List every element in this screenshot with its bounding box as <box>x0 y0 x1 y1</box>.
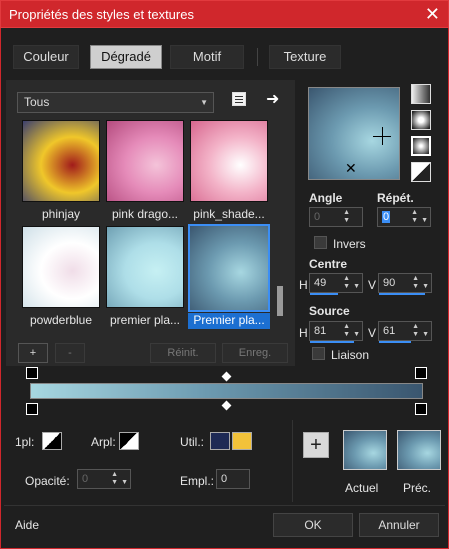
gradient-thumb-pink-dragon[interactable] <box>106 120 184 202</box>
center-crosshair-v <box>382 127 383 145</box>
library-scrollbar[interactable] <box>274 118 286 326</box>
gradient-thumb-pink-shade[interactable] <box>190 120 268 202</box>
left-opacity-stop-icon[interactable] <box>26 367 38 379</box>
gradient-label-pink-dragon: pink drago... <box>111 207 179 221</box>
sunburst-style-icon[interactable] <box>411 162 431 182</box>
left-color-stop-icon[interactable] <box>26 403 38 415</box>
footer-divider <box>4 505 445 506</box>
help-button[interactable]: Aide <box>15 518 39 532</box>
angle-field[interactable]: 0 ▲ ▼ <box>309 207 363 227</box>
stepper-icon[interactable]: ▲ ▼ <box>343 275 350 291</box>
current-swatch[interactable] <box>343 430 387 470</box>
invert-label: Invers <box>333 237 366 251</box>
cancel-button[interactable]: Annuler <box>359 513 439 537</box>
center-h-field[interactable]: 49 ▲ ▼ ▼ <box>309 273 363 293</box>
gradient-label-pink-shade: pink_shade... <box>193 207 265 221</box>
current-label: Actuel <box>345 481 379 495</box>
source-label: Source <box>309 304 350 318</box>
chevron-down-icon[interactable]: ▼ <box>121 474 128 492</box>
stepper-icon[interactable]: ▲ ▼ <box>412 323 419 339</box>
chevron-down-icon[interactable]: ▼ <box>421 212 428 230</box>
linear-style-icon[interactable] <box>411 84 431 104</box>
library-menu-icon[interactable] <box>232 92 246 106</box>
previous-swatch[interactable] <box>397 430 441 470</box>
foreground-material-icon[interactable] <box>42 432 62 450</box>
stepper-icon[interactable]: ▲ ▼ <box>411 209 418 225</box>
window-title: Propriétés des styles et textures <box>9 7 194 22</box>
source-v-field[interactable]: 61 ▲ ▼ ▼ <box>378 321 432 341</box>
tab-texture[interactable]: Texture <box>269 45 341 69</box>
gradient-preview[interactable]: ✕ <box>308 87 400 180</box>
source-h-slider[interactable] <box>310 341 354 343</box>
source-v-label: V <box>368 326 377 340</box>
location-label: Empl.: <box>180 474 215 488</box>
gradient-thumb-premier-plan-1[interactable] <box>106 226 184 308</box>
reset-button[interactable]: Réinit. <box>150 343 216 363</box>
stepper-icon[interactable]: ▲ ▼ <box>412 275 419 291</box>
user-color-swatch-yellow[interactable] <box>232 432 252 450</box>
ok-button[interactable]: OK <box>273 513 353 537</box>
previous-label: Préc. <box>403 481 432 495</box>
angle-label: Angle <box>309 191 343 205</box>
center-v-field[interactable]: 90 ▲ ▼ ▼ <box>378 273 432 293</box>
center-h-label: H <box>299 278 308 292</box>
source-v-slider[interactable] <box>379 341 411 343</box>
background-stop-label: Arpl: <box>91 435 116 449</box>
category-dropdown[interactable]: Tous ▼ <box>17 92 214 113</box>
opacity-field[interactable]: 0 ▲ ▼ ▼ <box>77 469 131 489</box>
stepper-icon[interactable]: ▲ ▼ <box>343 209 350 225</box>
tab-couleur[interactable]: Couleur <box>13 45 79 69</box>
source-marker-icon[interactable]: ✕ <box>345 161 357 175</box>
title-bar: Propriétés des styles et textures ✕ <box>0 0 449 28</box>
chevron-down-icon[interactable]: ▼ <box>353 278 360 296</box>
link-checkbox[interactable] <box>312 347 325 360</box>
center-v-label: V <box>368 278 377 292</box>
repeat-label: Répét. <box>377 191 414 205</box>
gradient-thumb-premier-plan-selected[interactable] <box>188 224 270 312</box>
save-button[interactable]: Enreg. <box>222 343 288 363</box>
opacity-stop-label: 1pl: <box>15 435 35 449</box>
source-h-label: H <box>299 326 308 340</box>
chevron-down-icon[interactable]: ▼ <box>353 326 360 344</box>
category-selected: Tous <box>24 95 50 109</box>
section-divider <box>292 420 293 502</box>
right-opacity-stop-icon[interactable] <box>415 367 427 379</box>
gradient-label-powderblue: powderblue <box>29 313 93 327</box>
arrow-right-icon[interactable]: ➜ <box>266 89 279 109</box>
gradient-thumb-powderblue[interactable] <box>22 226 100 308</box>
location-field[interactable]: 0 <box>216 469 250 489</box>
gradient-editor-bar[interactable] <box>30 383 423 399</box>
stepper-icon[interactable]: ▲ ▼ <box>111 471 118 487</box>
center-v-slider[interactable] <box>379 293 425 295</box>
gradient-label-phinjay: phinjay <box>41 207 81 221</box>
chevron-down-icon: ▼ <box>200 98 208 107</box>
gradient-label-premier-plan-selected: Premier pla... <box>188 313 270 329</box>
add-gradient-button[interactable]: + <box>18 343 48 363</box>
background-material-icon[interactable] <box>119 432 139 450</box>
source-h-field[interactable]: 81 ▲ ▼ ▼ <box>309 321 363 341</box>
user-color-label: Util.: <box>180 435 204 449</box>
link-label: Liaison <box>331 348 370 362</box>
gradient-label-premier-plan-1: premier pla... <box>109 313 181 327</box>
close-icon[interactable]: ✕ <box>425 4 440 24</box>
gradient-thumb-phinjay[interactable] <box>22 120 100 202</box>
opacity-field-label: Opacité: <box>25 474 70 488</box>
chevron-down-icon[interactable]: ▼ <box>422 326 429 344</box>
user-color-swatch-navy[interactable] <box>210 432 230 450</box>
tab-degrade[interactable]: Dégradé <box>90 45 162 69</box>
invert-checkbox[interactable] <box>314 236 327 249</box>
rectangular-style-icon[interactable] <box>411 110 431 130</box>
remove-gradient-button[interactable]: - <box>55 343 85 363</box>
scrollbar-thumb[interactable] <box>277 286 283 316</box>
center-label: Centre <box>309 257 348 271</box>
radial-style-icon[interactable] <box>411 136 431 156</box>
right-color-stop-icon[interactable] <box>415 403 427 415</box>
add-swatch-icon[interactable]: + <box>303 432 329 458</box>
tab-motif[interactable]: Motif <box>170 45 244 69</box>
tab-divider <box>257 48 258 66</box>
center-h-slider[interactable] <box>310 293 338 295</box>
repeat-field[interactable]: 0 ▲ ▼ ▼ <box>377 207 431 227</box>
stepper-icon[interactable]: ▲ ▼ <box>343 323 350 339</box>
